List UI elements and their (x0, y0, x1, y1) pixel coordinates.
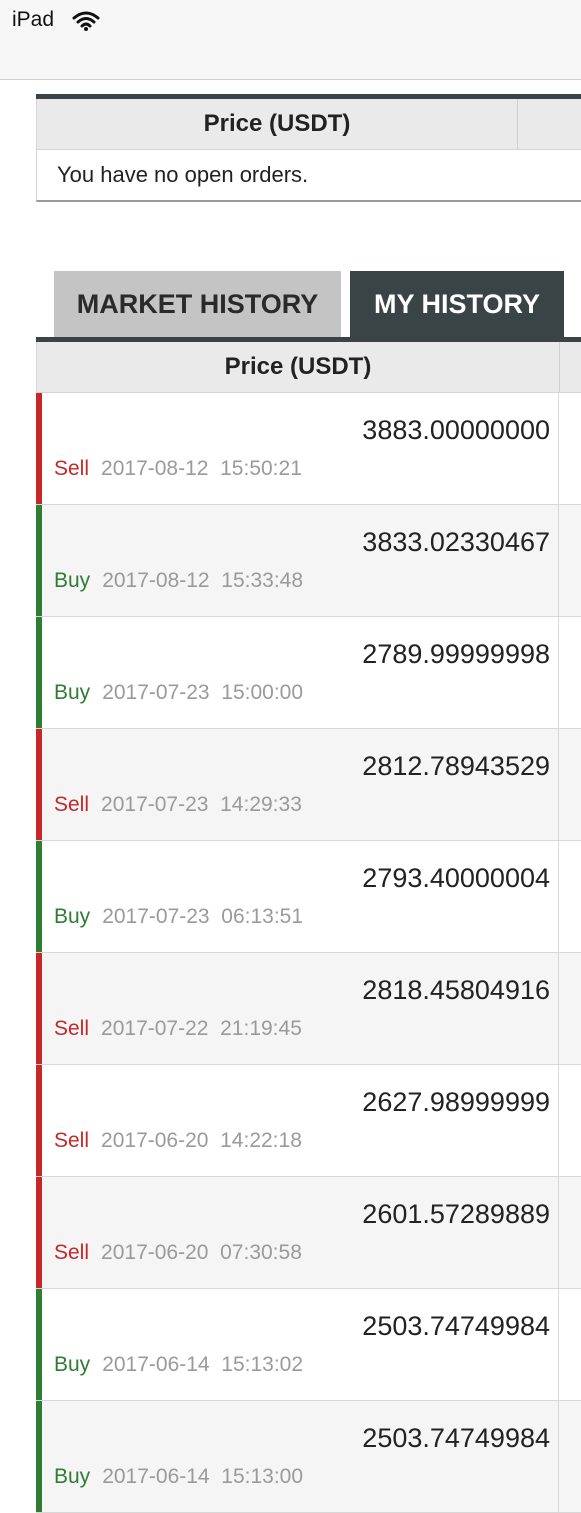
trade-meta: Buy 2017-07-23 15:00:00 (54, 681, 303, 705)
price-cell: 2812.78943529 Sell 2017-07-23 14:29:33 (36, 729, 559, 840)
trade-meta: Buy 2017-07-23 06:13:51 (54, 905, 303, 929)
tab-my-history[interactable]: MY HISTORY (350, 271, 564, 337)
trade-price: 2503.74749984 (362, 1311, 550, 1341)
trade-date: 2017-06-14 (102, 1353, 210, 1376)
trade-side: Sell (54, 1241, 90, 1264)
trade-meta: Sell 2017-06-20 14:22:18 (54, 1129, 302, 1153)
table-row[interactable]: 2793.40000004 Buy 2017-07-23 06:13:51 (36, 841, 581, 953)
trade-date: 2017-08-12 (102, 569, 210, 592)
trade-date: 2017-07-23 (102, 681, 210, 704)
price-cell: 2793.40000004 Buy 2017-07-23 06:13:51 (36, 841, 559, 952)
trade-side: Sell (54, 1129, 90, 1152)
trade-side: Buy (54, 1465, 91, 1488)
trade-side: Sell (54, 793, 90, 816)
trade-side: Buy (54, 569, 91, 592)
trade-price: 2627.98999999 (362, 1087, 550, 1117)
trade-date: 2017-06-14 (102, 1465, 210, 1488)
trade-price: 3883.00000000 (362, 415, 550, 445)
trade-price: 2812.78943529 (362, 751, 550, 781)
trade-price: 2818.45804916 (362, 975, 550, 1005)
trade-side: Buy (54, 905, 91, 928)
trade-meta: Buy 2017-06-14 15:13:00 (54, 1465, 303, 1489)
trade-date: 2017-08-12 (101, 457, 209, 480)
trade-side: Buy (54, 1353, 91, 1376)
table-row[interactable]: 2503.74749984 Buy 2017-06-14 15:13:02 (36, 1289, 581, 1401)
trade-meta: Sell 2017-08-12 15:50:21 (54, 457, 302, 481)
trade-time: 07:30:58 (220, 1241, 302, 1264)
trade-price: 2503.74749984 (362, 1423, 550, 1453)
trade-price: 3833.02330467 (362, 527, 550, 557)
trade-time: 14:22:18 (220, 1129, 302, 1152)
trade-price: 2793.40000004 (362, 863, 550, 893)
trade-date: 2017-07-22 (101, 1017, 209, 1040)
my-history-table: Price (USDT) 3883.00000000 Sell 2017-08-12… (36, 337, 581, 1513)
trade-date: 2017-07-23 (102, 905, 210, 928)
trade-meta: Sell 2017-07-22 21:19:45 (54, 1017, 302, 1041)
table-row[interactable]: 2812.78943529 Sell 2017-07-23 14:29:33 (36, 729, 581, 841)
trade-time: 15:33:48 (221, 569, 304, 592)
trade-date: 2017-06-20 (101, 1241, 209, 1264)
trade-meta: Buy 2017-08-12 15:33:48 (54, 569, 303, 593)
trade-date: 2017-07-23 (101, 793, 209, 816)
trade-price: 2789.99999998 (362, 639, 550, 669)
open-orders-header: Price (USDT) (36, 99, 581, 150)
table-row[interactable]: 2601.57289889 Sell 2017-06-20 07:30:58 (36, 1177, 581, 1289)
tab-market-history[interactable]: MARKET HISTORY (54, 271, 341, 337)
price-cell: 2601.57289889 Sell 2017-06-20 07:30:58 (36, 1177, 559, 1288)
table-row[interactable]: 2818.45804916 Sell 2017-07-22 21:19:45 (36, 953, 581, 1065)
price-cell: 2503.74749984 Buy 2017-06-14 15:13:00 (36, 1401, 559, 1512)
trade-price: 2601.57289889 (362, 1199, 550, 1229)
price-cell: 2627.98999999 Sell 2017-06-20 14:22:18 (36, 1065, 559, 1176)
price-cell: 3883.00000000 Sell 2017-08-12 15:50:21 (36, 393, 559, 504)
trade-time: 15:13:00 (221, 1465, 304, 1488)
trade-time: 15:00:00 (221, 681, 304, 704)
open-orders-table: Price (USDT) You have no open orders. (36, 94, 581, 202)
device-name: iPad (12, 8, 55, 31)
wifi-icon (72, 11, 100, 31)
trade-time: 06:13:51 (221, 905, 304, 928)
history-rows: 3883.00000000 Sell 2017-08-12 15:50:21 3833… (36, 393, 581, 1513)
trade-meta: Buy 2017-06-14 15:13:02 (54, 1353, 303, 1377)
status-bar: iPad (0, 0, 581, 80)
trade-time: 14:29:33 (220, 793, 302, 816)
trade-side: Sell (54, 457, 90, 480)
table-row[interactable]: 3833.02330467 Buy 2017-08-12 15:33:48 (36, 505, 581, 617)
price-cell: 2789.99999998 Buy 2017-07-23 15:00:00 (36, 617, 559, 728)
table-row[interactable]: 3883.00000000 Sell 2017-08-12 15:50:21 (36, 393, 581, 505)
table-row[interactable]: 2503.74749984 Buy 2017-06-14 15:13:00 (36, 1401, 581, 1513)
open-orders-empty-message: You have no open orders. (36, 150, 581, 202)
trade-time: 21:19:45 (220, 1017, 302, 1040)
history-price-header[interactable]: Price (USDT) (36, 342, 560, 392)
price-cell: 2818.45804916 Sell 2017-07-22 21:19:45 (36, 953, 559, 1064)
trade-side: Buy (54, 681, 91, 704)
trade-date: 2017-06-20 (101, 1129, 209, 1152)
trade-time: 15:50:21 (220, 457, 302, 480)
trade-meta: Sell 2017-07-23 14:29:33 (54, 793, 302, 817)
open-orders-price-header[interactable]: Price (USDT) (36, 99, 518, 149)
price-cell: 2503.74749984 Buy 2017-06-14 15:13:02 (36, 1289, 559, 1400)
trade-side: Sell (54, 1017, 90, 1040)
history-header: Price (USDT) (36, 342, 581, 393)
trade-time: 15:13:02 (221, 1353, 304, 1376)
table-row[interactable]: 2627.98999999 Sell 2017-06-20 14:22:18 (36, 1065, 581, 1177)
price-cell: 3833.02330467 Buy 2017-08-12 15:33:48 (36, 505, 559, 616)
table-row[interactable]: 2789.99999998 Buy 2017-07-23 15:00:00 (36, 617, 581, 729)
trade-meta: Sell 2017-06-20 07:30:58 (54, 1241, 302, 1265)
